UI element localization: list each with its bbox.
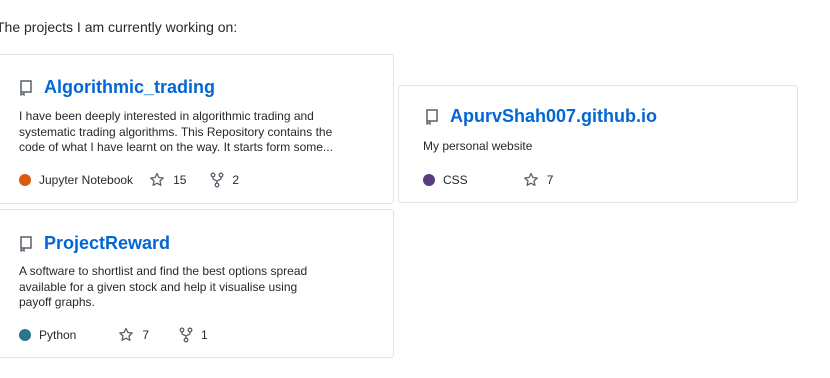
fork-icon <box>210 172 224 188</box>
repo-description: I have been deeply interested in algorit… <box>19 109 333 156</box>
description-line: My personal website <box>423 139 533 153</box>
language-color-dot <box>19 329 31 341</box>
language-color-dot <box>423 174 435 186</box>
forks-link[interactable]: 1 <box>179 327 208 343</box>
forks-link[interactable]: 2 <box>210 172 239 188</box>
forks-count: 1 <box>201 328 208 342</box>
stars-count: 7 <box>142 328 150 342</box>
repo-icon <box>20 235 32 252</box>
language: Python <box>19 328 76 342</box>
star-icon <box>119 327 134 341</box>
description-line: payoff graphs. <box>19 295 95 309</box>
repo-icon <box>426 108 438 125</box>
intro-text: The projects I am currently working on: <box>0 19 238 35</box>
description-line: systematic trading algorithms. This Repo… <box>19 124 333 139</box>
language-label: Python <box>39 328 77 342</box>
language-label: Jupyter Notebook <box>39 173 134 187</box>
repo-link[interactable]: ProjectReward <box>44 233 170 254</box>
star-icon <box>150 172 164 186</box>
repo-card-algorithmic-trading: Algorithmic_trading I have been deeply i… <box>0 54 394 204</box>
repo-description: My personal website <box>423 139 532 155</box>
language: CSS <box>423 173 468 187</box>
repo-description: A software to shortlist and find the bes… <box>19 264 307 311</box>
repo-link[interactable]: ApurvShah007.github.io <box>450 106 657 127</box>
fork-icon <box>179 327 193 343</box>
stars-count: 7 <box>546 173 554 187</box>
stars-link[interactable]: 7 <box>523 172 554 188</box>
stars-link[interactable]: 7 <box>118 327 149 343</box>
repo-card-apurvshah007-github-io: ApurvShah007.github.io My personal websi… <box>398 85 798 203</box>
language-color-dot <box>19 174 31 186</box>
language-label: CSS <box>443 173 468 187</box>
repo-card-projectreward: ProjectReward A software to shortlist an… <box>0 209 394 358</box>
stars-count: 15 <box>173 173 187 187</box>
repo-icon <box>20 79 32 96</box>
description-line: A software to shortlist and find the bes… <box>19 264 308 278</box>
description-line: code of what I have learnt on the way. I… <box>19 140 333 154</box>
repo-link[interactable]: Algorithmic_trading <box>44 77 215 98</box>
forks-count: 2 <box>232 173 240 187</box>
stars-link[interactable]: 15 <box>149 172 186 188</box>
language: Jupyter Notebook <box>19 173 133 187</box>
description-line: I have been deeply interested in algorit… <box>19 109 314 123</box>
description-line: available for a given stock and help it … <box>19 279 298 294</box>
star-icon <box>523 172 538 186</box>
